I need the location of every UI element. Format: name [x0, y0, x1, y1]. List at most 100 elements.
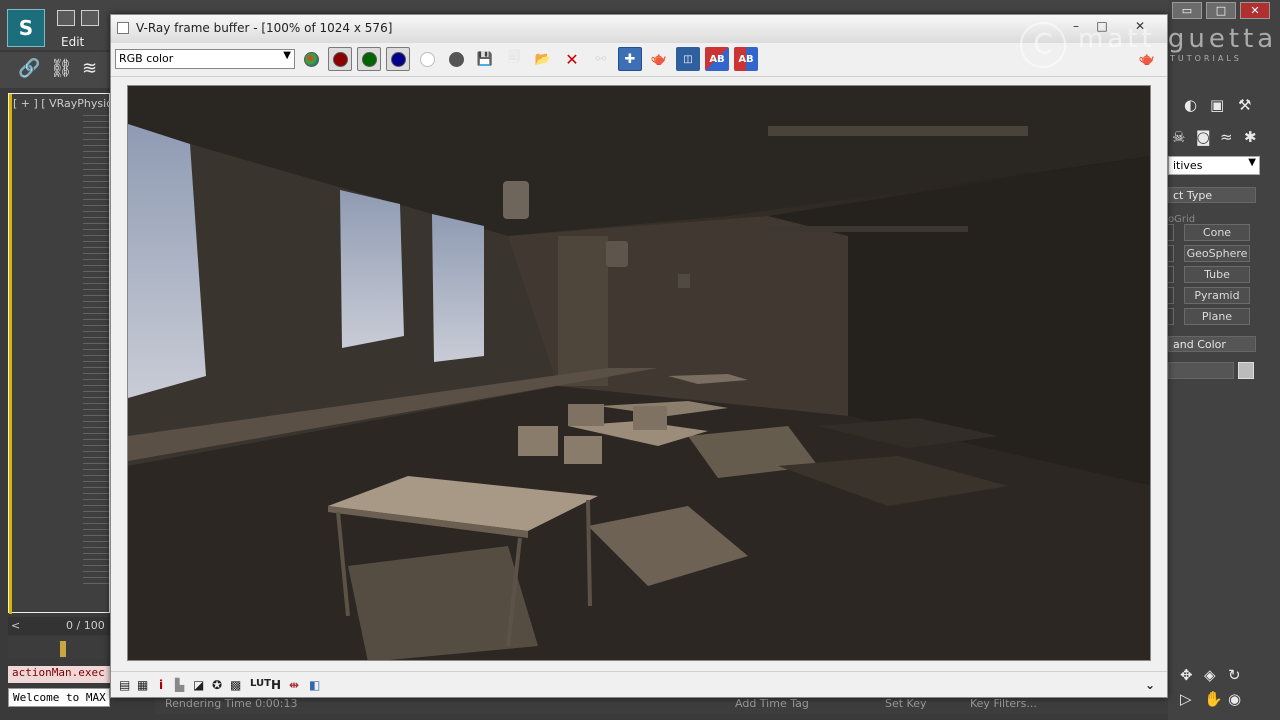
channel-select[interactable]: RGB color ▼: [115, 49, 295, 69]
max-close-button[interactable]: ✕: [1240, 2, 1270, 19]
rgb-view-button[interactable]: [299, 47, 323, 71]
field-of-view-icon[interactable]: ◉: [1228, 690, 1241, 708]
watermark-subtitle: TUTORIALS: [1170, 54, 1242, 63]
max-minimize-button[interactable]: ▭: [1172, 2, 1202, 19]
utilities-tab-icon[interactable]: ⚒: [1238, 96, 1251, 114]
viewport-perspective[interactable]: [ + ] [ VRayPhysic: [8, 93, 112, 614]
display-correction-icon[interactable]: ◧: [309, 678, 320, 692]
geosphere-button[interactable]: GeoSphere: [1184, 245, 1250, 262]
cone-button[interactable]: Cone: [1184, 224, 1250, 241]
play-icon[interactable]: ▷: [1180, 690, 1192, 708]
save-image-button[interactable]: 💾: [473, 47, 497, 71]
time-slider-prev[interactable]: <: [11, 619, 20, 632]
new-file-icon[interactable]: [57, 10, 75, 26]
object-color-swatch[interactable]: [1238, 362, 1254, 379]
rgb-icon: [303, 51, 319, 67]
spacewarps-icon[interactable]: ≈: [1220, 128, 1233, 146]
blue-channel-icon: [390, 51, 406, 67]
maxscript-input[interactable]: Welcome to MAX: [8, 688, 110, 707]
clear-image-button[interactable]: ✕: [560, 47, 584, 71]
primitive-type-value: itives: [1173, 159, 1203, 172]
object-name-field[interactable]: [1168, 362, 1234, 379]
cursor-track-icon: ✚: [624, 51, 636, 67]
ab-compare-horizontal-button[interactable]: AB: [734, 47, 758, 71]
open-file-icon[interactable]: [81, 10, 99, 26]
move-nav-icon[interactable]: ✥: [1180, 666, 1193, 684]
left-button-edge[interactable]: [1168, 224, 1174, 241]
primitive-type-dropdown[interactable]: itives ▼: [1168, 156, 1260, 175]
red-channel-icon: [332, 51, 348, 67]
chevron-down-icon: ▼: [283, 50, 291, 61]
mono-icon: [448, 51, 464, 67]
expand-toolbar-icon[interactable]: ⌄: [1145, 678, 1155, 692]
ab-compare-vertical-button[interactable]: AB: [705, 47, 729, 71]
create-tab-icon[interactable]: ◐: [1184, 96, 1197, 114]
alpha-channel-button[interactable]: [415, 47, 439, 71]
color-correction-icon[interactable]: ◪: [193, 678, 204, 692]
chevron-down-icon: ▼: [1248, 157, 1256, 168]
load-image-button[interactable]: 📂: [531, 47, 555, 71]
region-render-button[interactable]: ◫: [676, 47, 700, 71]
bind-spacewarp-icon[interactable]: ≋: [82, 58, 97, 79]
info-icon[interactable]: i: [159, 678, 163, 692]
name-color-rollout[interactable]: and Color: [1168, 336, 1256, 352]
max-maximize-button[interactable]: □: [1206, 2, 1236, 19]
track-mouse-button[interactable]: ✚: [618, 47, 642, 71]
lut-icon[interactable]: LUT: [250, 678, 271, 689]
history-icon[interactable]: ▤: [119, 678, 130, 692]
levels-icon[interactable]: ▙: [175, 678, 184, 692]
cameras-icon[interactable]: ◙: [1196, 128, 1211, 146]
render-last-button[interactable]: 🫖: [647, 47, 671, 71]
blue-channel-button[interactable]: [386, 47, 410, 71]
object-type-rollout[interactable]: ct Type: [1168, 187, 1256, 203]
save-all-button[interactable]: 🗐: [502, 47, 526, 71]
vfb-toolbar: RGB color ▼ 💾 🗐 📂 ✕ ⚯ ✚ 🫖 ◫ AB AB 🫖: [111, 43, 1167, 77]
tube-button[interactable]: Tube: [1184, 266, 1250, 283]
menu-edit[interactable]: Edit: [61, 35, 84, 49]
vfb-bottom-toolbar: ▤ ▦ i ▙ ◪ ✪ ▩ LUT H ⇹ ◧ ⌄: [111, 671, 1167, 697]
left-button-edge[interactable]: [1168, 266, 1174, 283]
time-slider-frames: 0 / 100: [66, 619, 105, 632]
systems-icon[interactable]: ✱: [1244, 128, 1257, 146]
rendered-image[interactable]: [127, 85, 1151, 661]
green-channel-button[interactable]: [357, 47, 381, 71]
vray-frame-buffer-window[interactable]: V-Ray frame buffer - [100% of 1024 x 576…: [110, 14, 1168, 698]
clear-x-icon: ✕: [565, 49, 579, 69]
key-filters-button[interactable]: Key Filters...: [970, 697, 1037, 710]
pyramid-button[interactable]: Pyramid: [1184, 287, 1250, 304]
add-time-tag[interactable]: Add Time Tag: [735, 697, 809, 710]
left-button-edge[interactable]: [1168, 287, 1174, 304]
maxscript-mini-listener[interactable]: actionMan.exec: [8, 666, 110, 683]
pan-hand-icon[interactable]: ✋: [1204, 690, 1223, 708]
red-channel-button[interactable]: [328, 47, 352, 71]
render-elements-icon[interactable]: ▦: [137, 678, 148, 692]
histogram-icon[interactable]: H: [271, 678, 281, 692]
vfb-title: V-Ray frame buffer - [100% of 1024 x 576…: [136, 21, 393, 35]
exposure-icon[interactable]: ✪: [212, 678, 222, 692]
helpers-icon[interactable]: ☠: [1172, 128, 1185, 146]
time-slider[interactable]: < 0 / 100: [8, 617, 110, 635]
display-tab-icon[interactable]: ▣: [1210, 96, 1224, 114]
unlink-icon[interactable]: ⛓: [50, 58, 73, 79]
lens-effects-icon[interactable]: ▩: [230, 678, 241, 692]
zoom-extents-icon[interactable]: ◈: [1204, 666, 1216, 684]
left-button-edge[interactable]: [1168, 308, 1174, 325]
track-bar[interactable]: [8, 637, 110, 659]
viewport-active-border: [9, 94, 12, 614]
select-link-icon[interactable]: 🔗: [18, 58, 40, 79]
region-icon: ◫: [683, 53, 693, 65]
duplicate-to-max-vfb-button[interactable]: ⚯: [589, 47, 613, 71]
left-button-edge[interactable]: [1168, 245, 1174, 262]
watermark-logo: C: [1020, 22, 1066, 68]
viewport-label[interactable]: [ + ] [ VRayPhysic: [13, 97, 112, 110]
watermark-name: matt guetta: [1078, 24, 1278, 54]
plane-button[interactable]: Plane: [1184, 308, 1250, 325]
save-multiple-icon: 🗐: [507, 50, 521, 65]
save-icon: 💾: [476, 51, 494, 67]
set-key-button[interactable]: Set Key: [885, 697, 927, 710]
orbit-icon[interactable]: ↻: [1228, 666, 1241, 684]
stereo-icon[interactable]: ⇹: [289, 678, 299, 692]
max-app-logo[interactable]: S: [7, 9, 45, 47]
vfb-titlebar[interactable]: V-Ray frame buffer - [100% of 1024 x 576…: [111, 15, 1167, 43]
mono-button[interactable]: [444, 47, 468, 71]
